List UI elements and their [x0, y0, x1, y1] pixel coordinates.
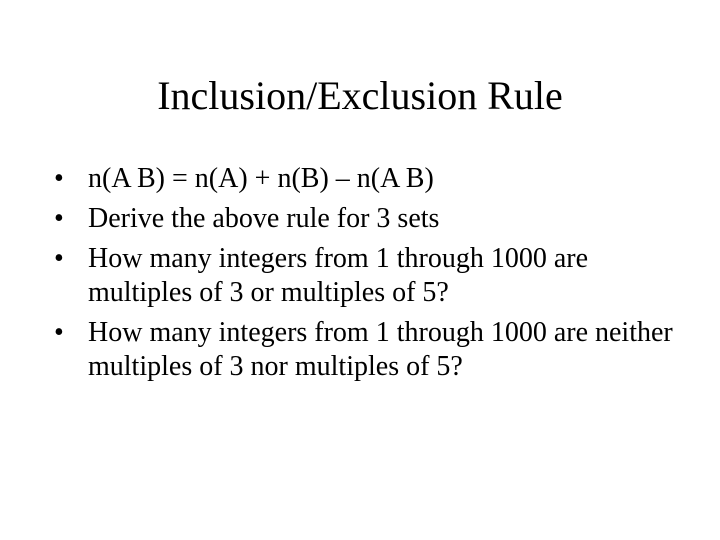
bullet-text: Derive the above rule for 3 sets — [88, 203, 440, 234]
slide-title: Inclusion/Exclusion Rule — [157, 73, 563, 118]
bullet-icon: • — [54, 163, 64, 194]
bullet-text: How many integers from 1 through 1000 ar… — [88, 243, 588, 308]
bullet-text: How many integers from 1 through 1000 ar… — [88, 317, 673, 382]
bullet-item-question-neither: • How many integers from 1 through 1000 … — [54, 316, 694, 384]
bullet-icon: • — [54, 203, 64, 234]
bullet-icon: • — [54, 317, 64, 348]
bullet-text: n(A B) = n(A) + n(B) – n(A B) — [88, 163, 434, 194]
bullet-icon: • — [54, 243, 64, 274]
bullet-item-question-or: • How many integers from 1 through 1000 … — [54, 242, 694, 310]
slide: Inclusion/Exclusion Rule • n(A B) = n(A)… — [0, 0, 720, 540]
bullet-item-derive: • Derive the above rule for 3 sets — [54, 202, 694, 236]
bullet-list: • n(A B) = n(A) + n(B) – n(A B) • Derive… — [54, 162, 694, 390]
bullet-item-formula: • n(A B) = n(A) + n(B) – n(A B) — [54, 162, 694, 196]
